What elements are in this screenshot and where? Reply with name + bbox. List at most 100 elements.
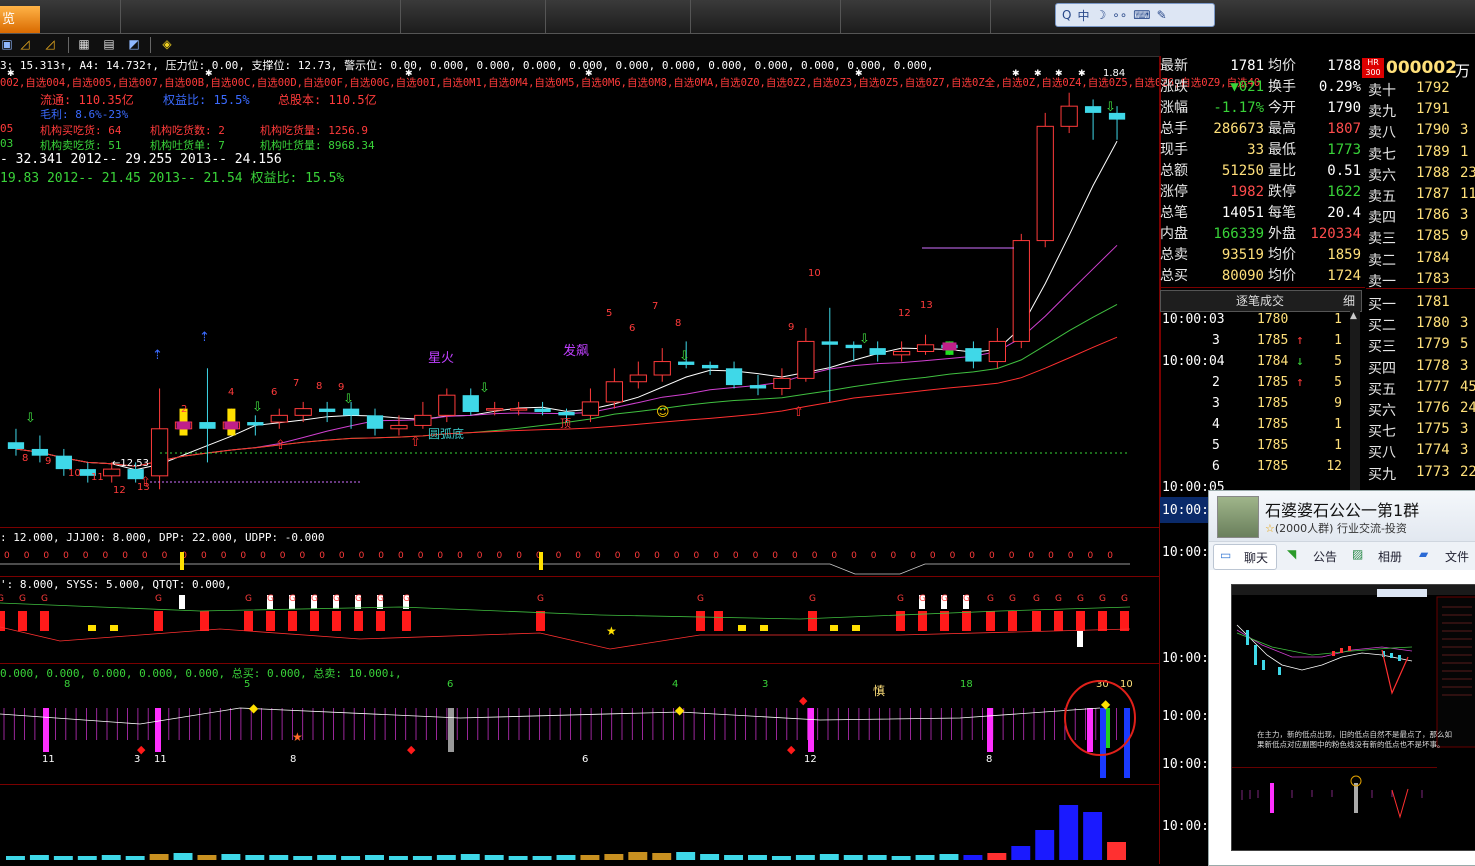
title-separator <box>840 0 841 33</box>
bid-row[interactable]: 买五 1777 45 <box>1366 379 1475 400</box>
tab-files[interactable]: ▰ 文件 <box>1419 544 1475 568</box>
shared-screenshot[interactable] <box>1231 584 1475 851</box>
indicator-pane-2[interactable]: : 12.000, JJJ00: 8.000, DPP: 22.000, UDP… <box>0 527 1160 576</box>
volume-bar <box>269 855 289 860</box>
tick-header-detail[interactable]: 细 <box>1343 291 1355 311</box>
draw-line-icon[interactable]: ◿ <box>18 37 32 51</box>
ime-keyboard-icon[interactable]: ⌨ <box>1133 8 1150 22</box>
pane3-g-label: G <box>809 594 816 604</box>
pane3-red-bar <box>808 611 817 631</box>
pane3-g-label: G <box>697 594 704 604</box>
candle-body <box>581 401 600 416</box>
quote-value: ▼021 <box>1230 79 1264 95</box>
level-label: 买五 <box>1368 381 1396 398</box>
volume-bar <box>1011 846 1031 860</box>
ask-row[interactable]: 卖四 1786 3 <box>1366 207 1475 228</box>
alert-icon[interactable]: ▤ <box>102 37 116 51</box>
candle-body <box>892 350 911 356</box>
level-label: 买六 <box>1368 403 1396 419</box>
ask-row[interactable]: 卖五 1787 11 <box>1366 186 1475 207</box>
tick-price: 1785 <box>1257 417 1289 432</box>
ime-punct-icon[interactable]: ∘∘ <box>1112 8 1127 22</box>
candle-body <box>438 394 456 416</box>
level-volume: 3 <box>1460 207 1469 224</box>
pane3-red-bar <box>1098 611 1107 631</box>
volume-pane[interactable] <box>0 784 1160 865</box>
pane3-yellow-bar <box>830 625 838 631</box>
ime-language-icon[interactable]: 中 <box>1077 7 1089 24</box>
quote-value-2: 1790 <box>1327 100 1361 116</box>
pane3-red-bar <box>1076 611 1085 631</box>
ime-moon-icon[interactable]: ☽ <box>1095 8 1106 22</box>
pane3-red-bar <box>714 611 723 631</box>
kline-chart[interactable]: 8 910 1112 1324 67 8 95678 9101213⇩⇩⇩⇩⇩⇩⇩⇧ ⇧⇧⇧⇡⇡… <box>0 56 1160 526</box>
pane2-line <box>0 563 1130 575</box>
candle-body <box>1060 105 1078 127</box>
level-volume: 3 <box>1460 122 1469 139</box>
chart-icon[interactable]: ◩ <box>127 37 141 51</box>
ask-row[interactable]: 卖十 1792 <box>1366 80 1475 101</box>
ask-row[interactable]: 卖九 1791 <box>1366 101 1475 122</box>
bid-row[interactable]: 买九 1773 22 <box>1366 464 1475 485</box>
bid-row[interactable]: 买二 1780 3 <box>1366 315 1475 336</box>
pane3-red-bar <box>200 611 209 631</box>
level-label: 买九 <box>1368 466 1396 483</box>
tab-album[interactable]: ▨ 相册 <box>1352 544 1412 568</box>
quote-row: 涨跌 ▼021 换手 0.29% <box>1160 77 1365 98</box>
tab-chat[interactable]: ▭ 聊天 <box>1213 544 1277 570</box>
input-method-bar[interactable]: Q 中 ☽ ∘∘ ⌨ ✎ <box>1055 3 1215 27</box>
quote-label: 内盘 <box>1160 226 1188 242</box>
quote-row: 总笔 14051 每笔 20.4 <box>1160 203 1365 224</box>
bid-row[interactable]: 买八 1774 3 <box>1366 442 1475 463</box>
bid-row[interactable]: 买一 1781 <box>1366 294 1475 315</box>
pane3-red-bar <box>1032 611 1041 631</box>
title-separator <box>690 0 691 33</box>
level-volume: 45 <box>1460 378 1475 395</box>
signal-arrow-icon: ⇡ <box>199 330 210 345</box>
monitor-icon[interactable]: ▣ <box>0 37 14 51</box>
ask-row[interactable]: 卖三 1785 9 <box>1366 228 1475 249</box>
bid-row[interactable]: 买六 1776 24 <box>1366 400 1475 421</box>
calculator-icon[interactable]: ▦ <box>77 37 91 51</box>
ime-settings-icon[interactable]: ✎ <box>1157 8 1167 22</box>
group-avatar[interactable] <box>1217 496 1259 538</box>
scroll-up-icon[interactable]: ▲ <box>1350 311 1357 321</box>
pane2-zero-marker: 0 <box>595 551 601 561</box>
pane2-zero-marker: 0 <box>713 551 719 561</box>
ask-row[interactable]: 卖六 1788 23 <box>1366 165 1475 186</box>
pane2-zero-marker: 0 <box>910 551 916 561</box>
level-price: 1778 <box>1416 357 1450 374</box>
tick-header-title[interactable]: 逐笔成交 <box>1236 291 1284 311</box>
tick-price: 1785 <box>1257 438 1289 453</box>
ask-row[interactable]: 卖七 1789 1 <box>1366 144 1475 165</box>
pane4-magenta-bar <box>808 708 814 752</box>
pane2-zero-marker: 0 <box>674 551 680 561</box>
ime-logo-icon[interactable]: Q <box>1062 8 1071 22</box>
pane3-line <box>0 602 1131 620</box>
bid-row[interactable]: 买三 1779 5 <box>1366 336 1475 357</box>
pane3-red-bar <box>154 611 163 631</box>
help-icon[interactable]: ◈ <box>160 37 174 51</box>
sequence-number: 9 <box>788 322 794 333</box>
level-price: 1780 <box>1416 315 1450 332</box>
star-icon: ★ <box>606 624 617 638</box>
pane2-zero-marker: 0 <box>634 551 640 561</box>
bid-row[interactable]: 买四 1778 3 <box>1366 358 1475 379</box>
tab-notice[interactable]: ◥ 公告 <box>1287 544 1347 568</box>
window-title-tab[interactable]: 览 <box>0 6 40 33</box>
qq-group-window[interactable]: 石婆婆石公公一第1群 ☆(2000人群) 行业交流-投资 ▭ 聊天 ◥ 公告 ▨… <box>1208 490 1475 866</box>
volume-plot <box>6 805 1126 860</box>
indicator-pane-3[interactable]: ': 8.000, SYSS: 5.000, QTQT: 0.000, GGGG… <box>0 576 1160 663</box>
ask-row[interactable]: 卖八 1790 3 <box>1366 122 1475 143</box>
ask-row[interactable]: 卖二 1784 <box>1366 250 1475 271</box>
pane2-zero-marker: 0 <box>930 551 936 561</box>
pane2-zero-marker: 0 <box>24 551 30 561</box>
draw-angle-icon[interactable]: ◿ <box>43 37 57 51</box>
quote-label: 最新 <box>1160 58 1188 74</box>
pane3-g-label: G <box>897 594 904 604</box>
indicator-pane-4[interactable]: 0.000, 0.000, 0.000, 0.000, 0.000, 总买: 0… <box>0 663 1160 784</box>
tick-scrollbar[interactable] <box>1350 311 1360 491</box>
bid-row[interactable]: 买七 1775 3 <box>1366 421 1475 442</box>
candle-body <box>1084 106 1102 113</box>
pane3-line <box>0 626 1131 650</box>
